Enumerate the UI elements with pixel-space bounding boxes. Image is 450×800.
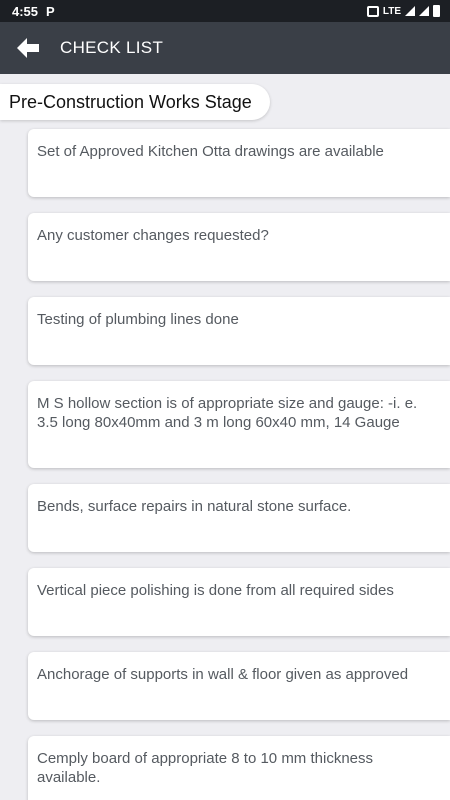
arrow-left-icon bbox=[17, 38, 39, 58]
checklist-item[interactable]: Testing of plumbing lines done bbox=[28, 297, 450, 365]
vibrate-icon bbox=[366, 5, 379, 17]
notification-icon: P bbox=[46, 3, 55, 19]
status-right: LTE bbox=[366, 5, 440, 17]
checklist-item[interactable]: Set of Approved Kitchen Otta drawings ar… bbox=[28, 129, 450, 197]
status-time: 4:55 bbox=[12, 3, 39, 19]
checklist-item[interactable]: Anchorage of supports in wall & floor gi… bbox=[28, 652, 450, 720]
checklist-item[interactable]: M S hollow section is of appropriate siz… bbox=[28, 381, 450, 468]
page-title: CHECK LIST bbox=[60, 38, 164, 57]
back-button[interactable] bbox=[0, 22, 56, 74]
checklist-item[interactable]: Vertical piece polishing is done from al… bbox=[28, 568, 450, 636]
checklist-item[interactable]: Cemply board of appropriate 8 to 10 mm t… bbox=[28, 736, 450, 800]
checklist: Set of Approved Kitchen Otta drawings ar… bbox=[28, 129, 450, 800]
network-type: LTE bbox=[382, 5, 401, 17]
stage-title: Pre-Construction Works Stage bbox=[0, 84, 270, 120]
battery-icon bbox=[433, 5, 440, 17]
app-bar: CHECK LIST bbox=[0, 22, 450, 74]
status-bar: 4:55 P LTE bbox=[0, 0, 450, 22]
status-left: 4:55 P bbox=[12, 4, 55, 19]
checklist-content: Pre-Construction Works Stage Set of Appr… bbox=[0, 74, 450, 800]
signal-icon bbox=[405, 6, 415, 16]
wifi-signal-icon bbox=[419, 6, 429, 16]
checklist-item[interactable]: Bends, surface repairs in natural stone … bbox=[28, 484, 450, 552]
checklist-item[interactable]: Any customer changes requested? bbox=[28, 213, 450, 281]
